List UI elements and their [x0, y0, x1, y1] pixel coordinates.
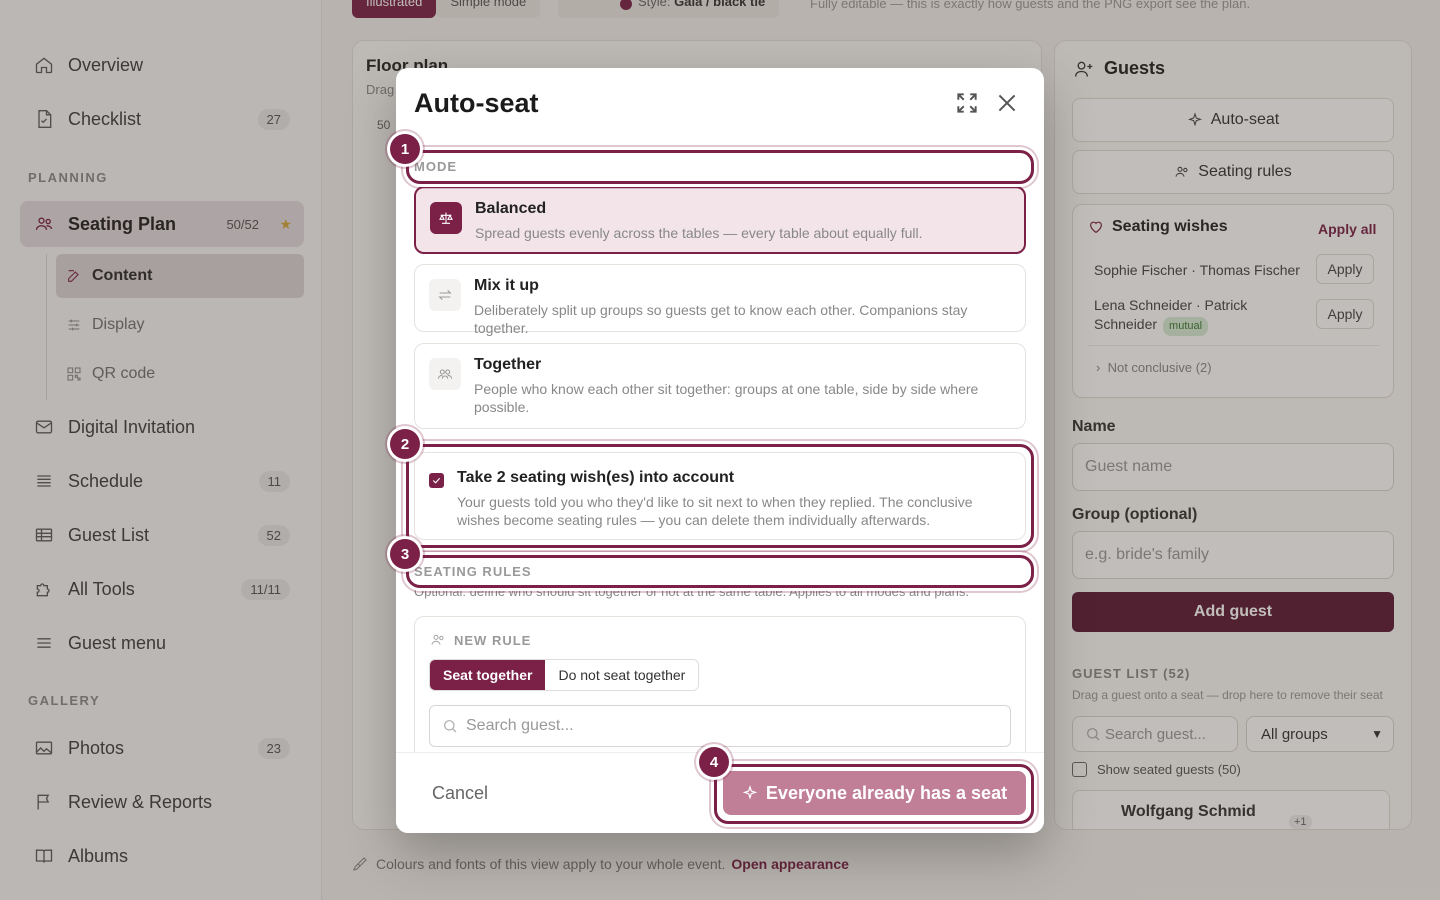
mode-title: Together [474, 356, 542, 373]
mode-description: Spread guests evenly across the tables —… [475, 225, 923, 241]
highlight-rules-section [406, 555, 1034, 588]
highlight-mode-section [406, 150, 1034, 184]
mode-description: Deliberately split up groups so guests g… [474, 302, 968, 336]
mode-option-mix-it-up[interactable]: Mix it up Deliberately split up groups s… [414, 264, 1026, 336]
seat-together-option[interactable]: Seat together [430, 660, 546, 690]
group-icon [429, 358, 461, 390]
mode-title: Mix it up [474, 277, 539, 294]
step-marker: 4 [699, 747, 729, 777]
mode-option-balanced[interactable]: Balanced Spread guests evenly across the… [414, 186, 1026, 254]
dialog-title: Auto-seat [414, 88, 539, 118]
mode-description: People who know each other sit together:… [474, 381, 979, 415]
swap-icon [429, 279, 461, 311]
mode-option-together[interactable]: Together People who know each other sit … [414, 343, 1026, 429]
close-icon[interactable] [994, 90, 1020, 116]
step-marker: 3 [390, 539, 420, 569]
people-icon [431, 634, 444, 645]
step-marker: 2 [390, 429, 420, 459]
rule-guest-search-input[interactable]: Search guest... [429, 705, 1011, 747]
expand-icon[interactable] [954, 90, 980, 116]
cancel-button[interactable]: Cancel [432, 783, 488, 804]
do-not-seat-together-option[interactable]: Do not seat together [545, 660, 699, 690]
mode-title: Balanced [475, 200, 547, 217]
new-rule-label: NEW RULE [430, 632, 531, 648]
rule-type-toggle: Seat together Do not seat together [429, 659, 700, 691]
highlight-primary-button [714, 764, 1034, 824]
highlight-wishes-option [406, 444, 1034, 548]
step-marker: 1 [390, 134, 420, 164]
search-icon [444, 720, 457, 733]
scale-icon [430, 202, 462, 234]
